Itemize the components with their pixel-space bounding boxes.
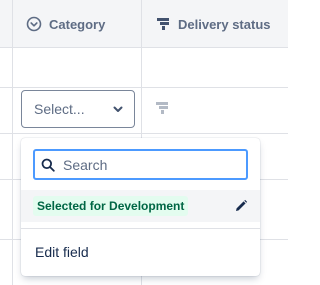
column-divider: [12, 0, 13, 285]
chevron-down-icon: [111, 102, 125, 116]
column-header-label: Delivery status: [178, 16, 271, 32]
search-icon: [41, 158, 55, 172]
delivery-flag-icon: [155, 16, 171, 32]
pencil-icon[interactable]: [234, 199, 248, 213]
delivery-flag-icon: [155, 101, 169, 115]
category-dropdown: Selected for Development Edit field: [21, 138, 260, 276]
status-lozenge: Selected for Development: [33, 196, 189, 216]
option-selected-for-development[interactable]: Selected for Development: [21, 190, 260, 222]
column-header-category[interactable]: Category: [26, 0, 105, 48]
circle-chevron-icon: [26, 16, 42, 32]
category-select-value: Select...: [34, 101, 85, 117]
edit-field-button[interactable]: Edit field: [35, 244, 89, 260]
column-header-label: Category: [49, 16, 106, 32]
column-header-delivery-status[interactable]: Delivery status: [155, 0, 271, 48]
search-input[interactable]: [63, 156, 223, 173]
category-select[interactable]: Select...: [21, 90, 135, 128]
table-row: [0, 48, 288, 88]
search-field[interactable]: [33, 149, 248, 180]
menu-divider: [21, 228, 260, 229]
